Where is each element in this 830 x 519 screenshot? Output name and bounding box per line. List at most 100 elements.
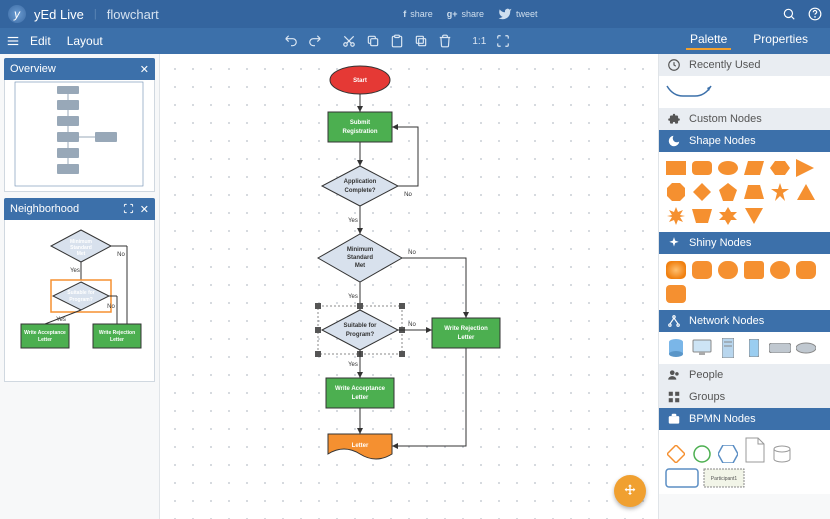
node-submit[interactable] <box>328 112 392 142</box>
copy-button[interactable] <box>362 31 384 51</box>
shiny-3[interactable] <box>717 260 739 280</box>
overview-header[interactable]: Overview ✕ <box>4 58 155 80</box>
shiny-6[interactable] <box>795 260 817 280</box>
bpmn-circle[interactable] <box>691 444 713 464</box>
flowchart-svg[interactable]: Start Submit Registration Application Co… <box>160 54 658 519</box>
canvas[interactable]: Start Submit Registration Application Co… <box>160 54 658 519</box>
selection-handle[interactable] <box>399 351 405 357</box>
palette-recent-body <box>659 76 830 108</box>
bpmn-task[interactable] <box>665 468 699 488</box>
neighborhood-header[interactable]: Neighborhood ✕ <box>4 198 155 220</box>
shape-triangle-down[interactable] <box>743 206 765 226</box>
neighborhood-svg: Minimum Standard Met Yes No Suitable for… <box>9 224 153 378</box>
help-icon[interactable] <box>808 7 822 21</box>
palette-recent-header[interactable]: Recently Used <box>659 54 830 76</box>
shape-triangle-up[interactable] <box>795 182 817 202</box>
shape-trapezoid[interactable] <box>743 182 765 202</box>
palette-people-header[interactable]: People <box>659 364 830 386</box>
shape-trapezoid2[interactable] <box>691 206 713 226</box>
tab-palette[interactable]: Palette <box>686 32 731 50</box>
selection-handle[interactable] <box>399 303 405 309</box>
fab-button[interactable] <box>614 475 646 507</box>
node-rejection[interactable] <box>432 318 500 348</box>
shiny-5[interactable] <box>769 260 791 280</box>
bpmn-document[interactable] <box>743 436 767 464</box>
shape-hexagon[interactable] <box>769 158 791 178</box>
overview-panel: Overview ✕ <box>4 58 155 192</box>
expand-icon[interactable] <box>123 203 134 214</box>
shape-pentagon[interactable] <box>717 182 739 202</box>
net-router[interactable] <box>795 338 817 358</box>
fit-button[interactable] <box>492 31 514 51</box>
undo-button[interactable] <box>280 31 302 51</box>
node-acceptance[interactable] <box>326 378 394 408</box>
svg-text:Write Rejection: Write Rejection <box>99 330 135 336</box>
hamburger-icon[interactable] <box>6 34 20 48</box>
selection-handle[interactable] <box>315 351 321 357</box>
bpmn-datastore[interactable] <box>771 444 793 464</box>
neighborhood-body[interactable]: Minimum Standard Met Yes No Suitable for… <box>4 220 155 382</box>
net-phone[interactable] <box>743 338 765 358</box>
paste-button[interactable] <box>386 31 408 51</box>
bpmn-participant[interactable]: Participant1 <box>703 468 745 488</box>
selection-handle[interactable] <box>357 303 363 309</box>
facebook-share[interactable]: fshare <box>403 9 433 19</box>
bpmn-hexagon[interactable] <box>717 444 739 464</box>
node-suitable-program[interactable] <box>322 310 398 350</box>
menu-layout[interactable]: Layout <box>61 34 109 48</box>
palette-shape-header[interactable]: Shape Nodes <box>659 130 830 152</box>
net-switch[interactable] <box>769 338 791 358</box>
palette-groups-header[interactable]: Groups <box>659 386 830 408</box>
paste-icon <box>390 34 404 48</box>
twitter-tweet[interactable]: tweet <box>498 7 538 21</box>
svg-text:Met: Met <box>77 251 86 257</box>
duplicate-button[interactable] <box>410 31 432 51</box>
palette-shiny-header[interactable]: Shiny Nodes <box>659 232 830 254</box>
net-monitor[interactable] <box>691 338 713 358</box>
selection-handle[interactable] <box>315 327 321 333</box>
shape-parallelogram[interactable] <box>743 158 765 178</box>
shiny-4[interactable] <box>743 260 765 280</box>
svg-text:Letter: Letter <box>110 337 124 343</box>
neighborhood-close-icon[interactable]: ✕ <box>140 203 149 216</box>
palette-custom-header[interactable]: Custom Nodes <box>659 108 830 130</box>
trash-icon <box>438 34 452 48</box>
shape-octagon[interactable] <box>665 182 687 202</box>
tab-properties[interactable]: Properties <box>749 32 812 50</box>
facebook-icon: f <box>403 9 406 19</box>
shape-star[interactable] <box>769 182 791 202</box>
shape-triangle-right[interactable] <box>795 158 817 178</box>
shape-star6[interactable] <box>717 206 739 226</box>
edge-sample[interactable] <box>665 82 715 102</box>
redo-button[interactable] <box>304 31 326 51</box>
shape-burst[interactable] <box>665 206 687 226</box>
search-icon[interactable] <box>782 7 796 21</box>
shape-ellipse[interactable] <box>717 158 739 178</box>
overview-close-icon[interactable]: ✕ <box>140 63 149 76</box>
shape-roundrect[interactable] <box>691 158 713 178</box>
menu-edit[interactable]: Edit <box>24 34 57 48</box>
svg-text:Yes: Yes <box>348 218 358 224</box>
palette-network-header[interactable]: Network Nodes <box>659 310 830 332</box>
sparkle-icon <box>667 236 681 250</box>
svg-text:Participant1: Participant1 <box>711 476 738 482</box>
shape-rect[interactable] <box>665 158 687 178</box>
node-application-complete[interactable] <box>322 166 398 206</box>
cut-button[interactable] <box>338 31 360 51</box>
shiny-7[interactable] <box>665 284 687 304</box>
app-logo[interactable]: y <box>8 5 26 23</box>
google-share[interactable]: g+share <box>447 9 484 19</box>
overview-body[interactable] <box>4 80 155 192</box>
shape-diamond[interactable] <box>691 182 713 202</box>
shiny-2[interactable] <box>691 260 713 280</box>
net-db[interactable] <box>665 338 687 358</box>
selection-handle[interactable] <box>315 303 321 309</box>
delete-button[interactable] <box>434 31 456 51</box>
zoom-ratio-button[interactable]: 1:1 <box>468 31 490 51</box>
googleplus-icon: g+ <box>447 9 458 19</box>
twitter-icon <box>498 7 512 21</box>
shiny-1[interactable] <box>665 260 687 280</box>
palette-bpmn-header[interactable]: BPMN Nodes <box>659 408 830 430</box>
net-server[interactable] <box>717 338 739 358</box>
bpmn-diamond[interactable] <box>665 444 687 464</box>
